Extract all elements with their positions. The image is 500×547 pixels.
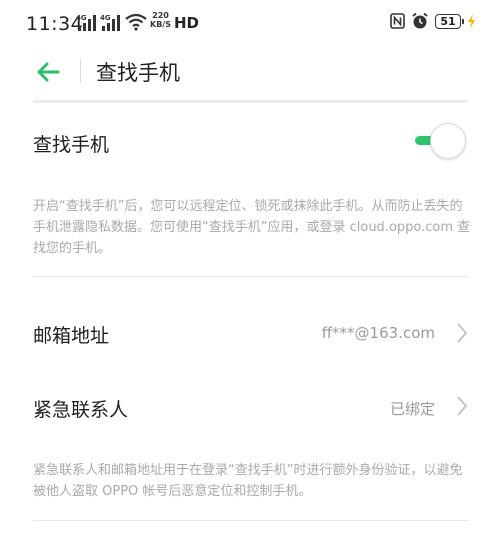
chevron-right-icon — [457, 323, 468, 343]
nfc-icon — [390, 13, 405, 29]
status-right-icons: 51 — [390, 12, 476, 30]
chevron-right-icon — [457, 396, 468, 416]
find-phone-description: 开启“查找手机”后，您可以远程定位、锁死或抹除此手机。从而防止丢失的手机泄露隐私… — [33, 199, 471, 256]
emergency-contact-label: 紧急联系人 — [33, 399, 129, 421]
section-divider — [33, 276, 468, 277]
emergency-contact-value: 已绑定 — [389, 400, 435, 418]
app-header: 查找手机 — [0, 48, 500, 98]
signal-tag-1: 4G — [76, 14, 87, 22]
header-separator — [33, 100, 468, 103]
alarm-icon — [412, 12, 428, 29]
bottom-divider — [33, 520, 468, 521]
page-title: 查找手机 — [96, 61, 180, 85]
hd-voice-icon: HD — [174, 14, 200, 32]
network-speed: 220 KB/S — [150, 11, 171, 29]
footer-description: 紧急联系人和邮箱地址用于在登录“查找手机”时进行额外身份验证，以避免被他人盗取 … — [33, 463, 463, 499]
find-phone-toggle[interactable] — [412, 123, 468, 159]
back-arrow-icon[interactable] — [34, 58, 62, 86]
toggle-knob — [430, 123, 466, 159]
signal-strength-icon: 4G — [76, 14, 96, 31]
status-time: 11:34 — [26, 13, 84, 35]
email-label: 邮箱地址 — [33, 325, 110, 347]
speed-value: 220 — [152, 11, 169, 20]
battery-level: 51 — [440, 14, 456, 28]
battery-icon: 51 — [435, 13, 464, 29]
wifi-icon — [125, 13, 147, 31]
charging-icon — [468, 13, 475, 29]
header-divider — [80, 59, 81, 83]
status-bar: 11:34 4G 4G 220 KB/S HD 51 — [0, 0, 500, 48]
signal-tag-2: 4G — [100, 14, 111, 22]
speed-unit: KB/S — [150, 20, 171, 29]
find-phone-label: 查找手机 — [33, 134, 110, 156]
email-value: ff***@163.com — [321, 324, 435, 342]
signal-strength-icon-2: 4G — [100, 14, 120, 31]
